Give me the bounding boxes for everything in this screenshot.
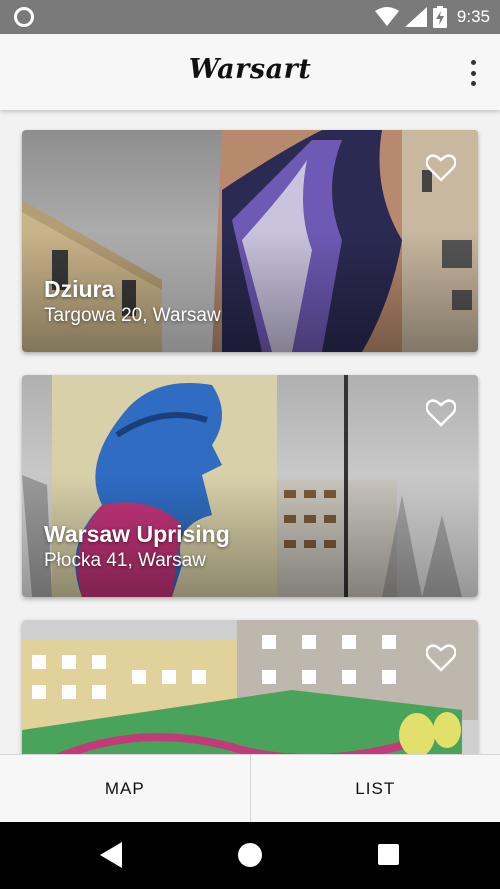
artwork-card[interactable]: Warsaw Uprising Płocka 41, Warsaw xyxy=(22,375,478,597)
signal-icon xyxy=(404,7,427,27)
status-bar: 9:35 xyxy=(0,0,500,34)
tab-list[interactable]: LIST xyxy=(251,755,500,822)
home-icon[interactable] xyxy=(238,843,262,867)
heart-outline-icon[interactable] xyxy=(426,644,456,672)
tab-map[interactable]: MAP xyxy=(0,755,250,822)
card-address: Płocka 41, Warsaw xyxy=(44,550,206,571)
app-bar: Warsart xyxy=(0,34,500,110)
artwork-card[interactable]: Dziura Targowa 20, Warsaw xyxy=(22,130,478,352)
app-title: Warsart xyxy=(188,54,312,85)
heart-outline-icon[interactable] xyxy=(426,154,456,182)
recents-icon[interactable] xyxy=(378,844,399,865)
status-icons: 9:35 xyxy=(374,5,490,29)
wifi-icon xyxy=(374,7,399,26)
artwork-list: Dziura Targowa 20, Warsaw Warsaw Uprisin… xyxy=(0,110,500,754)
artwork-card[interactable] xyxy=(22,620,478,754)
card-title: Dziura xyxy=(44,276,115,302)
heart-outline-icon[interactable] xyxy=(426,399,456,427)
more-vert-icon[interactable] xyxy=(466,60,480,86)
back-icon[interactable] xyxy=(100,842,122,868)
battery-charging-icon xyxy=(432,6,447,28)
card-address: Targowa 20, Warsaw xyxy=(44,305,221,326)
status-time: 9:35 xyxy=(456,7,490,26)
bottom-navigation: MAP LIST xyxy=(0,754,500,822)
notification-circle-icon xyxy=(14,7,34,27)
card-title: Warsaw Uprising xyxy=(44,521,230,547)
system-nav-bar xyxy=(0,822,500,889)
artwork-photo xyxy=(22,620,478,754)
